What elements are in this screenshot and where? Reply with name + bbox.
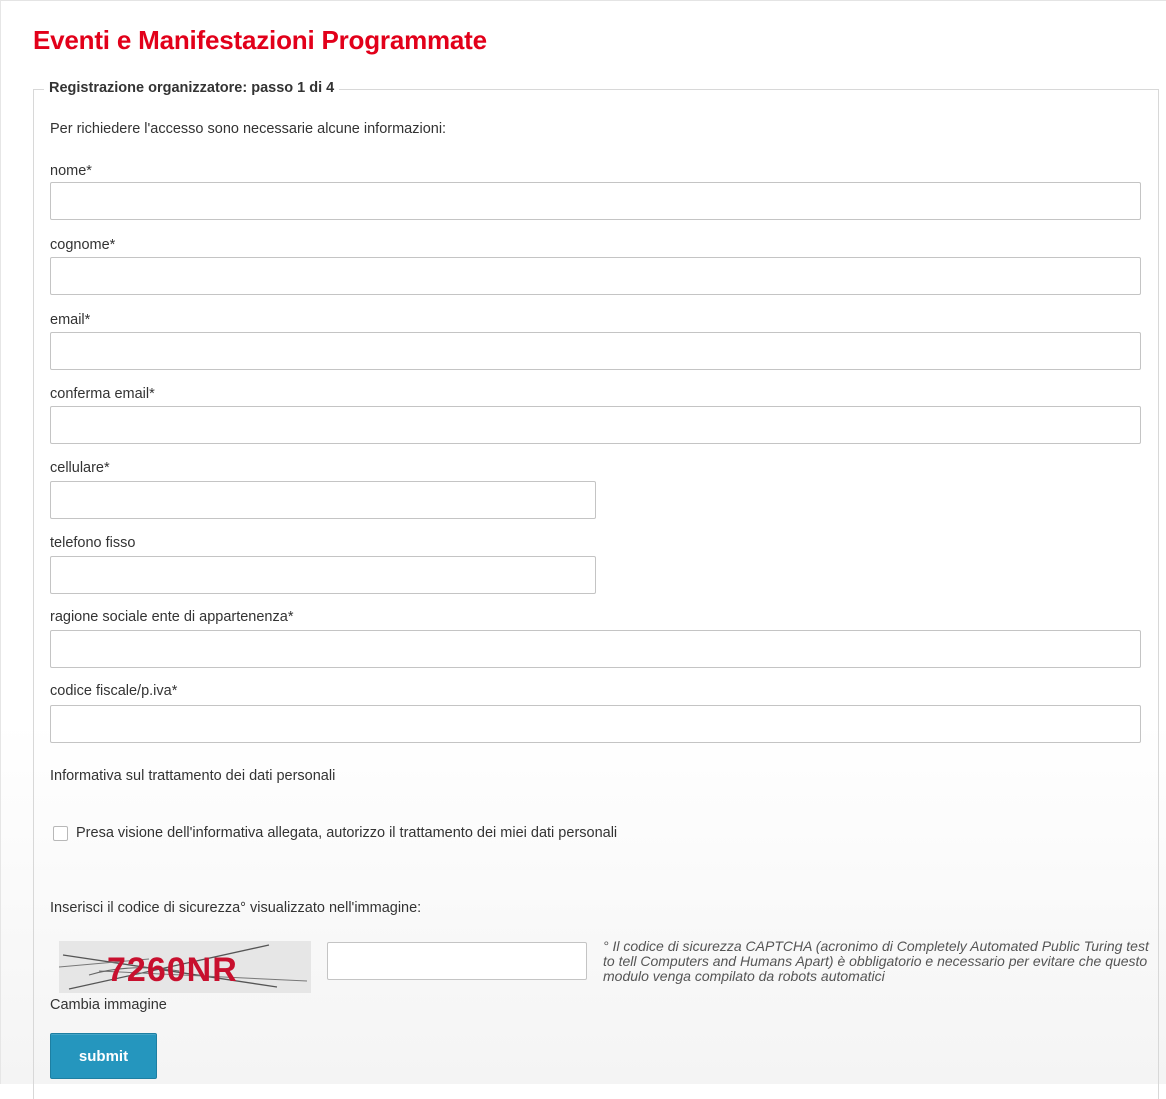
email-label: email* <box>50 312 91 328</box>
privacy-consent-row[interactable]: Presa visione dell'informativa allegata,… <box>53 823 617 843</box>
cellulare-label: cellulare* <box>50 460 110 476</box>
cognome-input[interactable] <box>50 257 1141 295</box>
cognome-label: cognome* <box>50 237 116 253</box>
form-intro: Per richiedere l'accesso sono necessarie… <box>50 121 447 137</box>
conferma-email-input[interactable] <box>50 406 1141 444</box>
captcha-image-graphic: 7260NR <box>59 941 311 993</box>
nome-label: nome* <box>50 163 92 179</box>
privacy-consent-label[interactable]: Presa visione dell'informativa allegata,… <box>76 825 617 841</box>
submit-button[interactable]: submit <box>50 1033 157 1079</box>
ragione-sociale-input[interactable] <box>50 630 1141 668</box>
captcha-note: ° Il codice di sicurezza CAPTCHA (acroni… <box>603 938 1149 984</box>
telefono-fisso-input[interactable] <box>50 556 596 594</box>
captcha-prompt: Inserisci il codice di sicurezza° visual… <box>50 900 422 916</box>
nome-input[interactable] <box>50 182 1141 220</box>
page-title: Eventi e Manifestazioni Programmate <box>33 25 487 55</box>
privacy-notice-title: Informativa sul trattamento dei dati per… <box>50 768 336 784</box>
change-captcha-link[interactable]: Cambia immagine <box>50 997 167 1013</box>
captcha-code-text: 7260NR <box>107 951 238 989</box>
fieldset-legend: Registrazione organizzatore: passo 1 di … <box>44 80 340 96</box>
email-input[interactable] <box>50 332 1141 370</box>
captcha-input[interactable] <box>327 942 587 980</box>
conferma-email-label: conferma email* <box>50 386 155 402</box>
codice-fiscale-input[interactable] <box>50 705 1141 743</box>
telefono-fisso-label: telefono fisso <box>50 535 136 551</box>
page: Eventi e Manifestazioni Programmate Regi… <box>0 0 1166 1099</box>
privacy-consent-checkbox[interactable] <box>53 825 68 841</box>
ragione-sociale-label: ragione sociale ente di appartenenza* <box>50 609 294 625</box>
codice-fiscale-label: codice fiscale/p.iva* <box>50 683 178 699</box>
captcha-image: 7260NR <box>59 941 311 993</box>
cellulare-input[interactable] <box>50 481 596 519</box>
